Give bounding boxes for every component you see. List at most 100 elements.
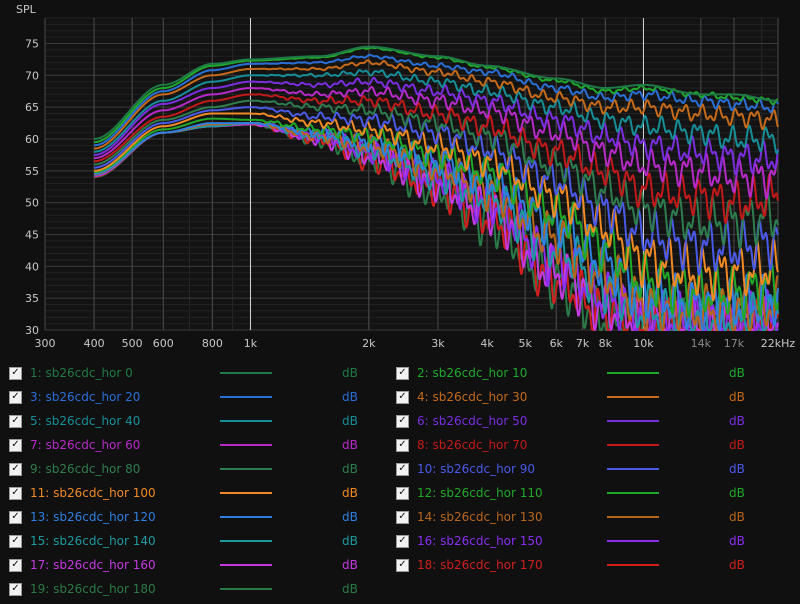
legend-item[interactable]: ✓ 4: sb26cdc_hor 30 dB [396,386,759,408]
legend-label: 11: sb26cdc_hor 100 [30,486,156,500]
x-tick-label: 400 [84,337,105,350]
legend-unit: dB [729,486,745,500]
y-tick-label: 50 [25,197,39,210]
legend: ✓ 1: sb26cdc_hor 0 dB ✓ 2: sb26cdc_hor 10 dB ✓… [0,362,800,604]
legend-item[interactable]: ✓ 17: sb26cdc_hor 160 dB [9,554,372,576]
legend-unit: dB [342,366,358,380]
legend-item[interactable]: ✓ 12: sb26cdc_hor 110 dB [396,482,759,504]
legend-swatch [220,492,272,494]
legend-label: 6: sb26cdc_hor 50 [417,414,528,428]
legend-checkbox[interactable]: ✓ [396,462,409,476]
y-axis-label: SPL [16,3,37,16]
x-tick-label: 7k [576,337,590,350]
legend-unit: dB [729,366,745,380]
legend-unit: dB [342,390,358,404]
x-tick-label: 500 [122,337,143,350]
legend-checkbox[interactable]: ✓ [396,414,409,428]
legend-label: 4: sb26cdc_hor 30 [417,390,528,404]
legend-checkbox[interactable]: ✓ [9,534,22,548]
legend-swatch [220,420,272,422]
x-tick-label: 17k [724,337,745,350]
x-tick-label: 5k [518,337,532,350]
x-tick-label: 600 [153,337,174,350]
legend-unit: dB [342,462,358,476]
legend-unit: dB [729,510,745,524]
legend-swatch [607,468,659,470]
legend-checkbox[interactable]: ✓ [396,558,409,572]
legend-label: 19: sb26cdc_hor 180 [30,582,156,596]
legend-item[interactable]: ✓ 16: sb26cdc_hor 150 dB [396,530,759,552]
legend-unit: dB [342,510,358,524]
y-tick-label: 70 [25,69,39,82]
y-tick-label: 45 [25,228,39,241]
legend-checkbox[interactable]: ✓ [9,390,22,404]
legend-label: 12: sb26cdc_hor 110 [417,486,543,500]
legend-checkbox[interactable]: ✓ [9,486,22,500]
legend-swatch [607,492,659,494]
legend-checkbox[interactable]: ✓ [396,438,409,452]
legend-checkbox[interactable]: ✓ [396,486,409,500]
legend-item[interactable]: ✓ 14: sb26cdc_hor 130 dB [396,506,759,528]
y-tick-label: 60 [25,133,39,146]
legend-item[interactable]: ✓ 10: sb26cdc_hor 90 dB [396,458,759,480]
chart-svg: 300 400 500 600 800 1k 2k 3k 4k 5k 6k 7k 8k 10k 14k 17k… [16,3,796,350]
x-tick-label: 3k [431,337,445,350]
legend-item[interactable]: ✓ 1: sb26cdc_hor 0 dB [9,362,372,384]
legend-swatch [607,372,659,374]
legend-unit: dB [342,558,358,572]
x-tick-label: 2k [362,337,376,350]
legend-swatch [220,468,272,470]
legend-label: 5: sb26cdc_hor 40 [30,414,141,428]
legend-unit: dB [342,582,358,596]
legend-checkbox[interactable]: ✓ [9,510,22,524]
legend-item[interactable]: ✓ 6: sb26cdc_hor 50 dB [396,410,759,432]
legend-checkbox[interactable]: ✓ [396,510,409,524]
legend-checkbox[interactable]: ✓ [9,558,22,572]
legend-checkbox[interactable]: ✓ [396,366,409,380]
legend-label: 13: sb26cdc_hor 120 [30,510,156,524]
legend-unit: dB [729,462,745,476]
legend-label: 1: sb26cdc_hor 0 [30,366,133,380]
legend-unit: dB [342,486,358,500]
x-tick-label: 10k [633,337,654,350]
legend-checkbox[interactable]: ✓ [396,534,409,548]
legend-item[interactable]: ✓ 15: sb26cdc_hor 140 dB [9,530,372,552]
legend-swatch [220,396,272,398]
legend-unit: dB [729,414,745,428]
legend-item[interactable]: ✓ 9: sb26cdc_hor 80 dB [9,458,372,480]
legend-swatch [220,372,272,374]
y-tick-label: 35 [25,292,39,305]
legend-item[interactable]: ✓ 8: sb26cdc_hor 70 dB [396,434,759,456]
legend-checkbox[interactable]: ✓ [9,462,22,476]
legend-item[interactable]: ✓ 7: sb26cdc_hor 60 dB [9,434,372,456]
legend-checkbox[interactable]: ✓ [9,438,22,452]
y-tick-label: 65 [25,101,39,114]
legend-unit: dB [729,390,745,404]
x-tick-label: 22kHz [761,337,796,350]
legend-item[interactable]: ✓ 3: sb26cdc_hor 20 dB [9,386,372,408]
legend-label: 10: sb26cdc_hor 90 [417,462,536,476]
legend-item[interactable]: ✓ 5: sb26cdc_hor 40 dB [9,410,372,432]
legend-unit: dB [729,558,745,572]
legend-checkbox[interactable]: ✓ [9,366,22,380]
legend-item[interactable]: ✓ 11: sb26cdc_hor 100 dB [9,482,372,504]
legend-checkbox[interactable]: ✓ [9,414,22,428]
legend-checkbox[interactable]: ✓ [9,582,22,596]
legend-item[interactable]: ✓ 2: sb26cdc_hor 10 dB [396,362,759,384]
legend-label: 16: sb26cdc_hor 150 [417,534,543,548]
y-tick-label: 40 [25,260,39,273]
legend-item[interactable]: ✓ 13: sb26cdc_hor 120 dB [9,506,372,528]
legend-label: 18: sb26cdc_hor 170 [417,558,543,572]
legend-swatch [607,444,659,446]
legend-swatch [607,396,659,398]
x-tick-label: 300 [35,337,56,350]
legend-swatch [607,516,659,518]
legend-item[interactable]: ✓ 19: sb26cdc_hor 180 dB [9,578,372,600]
legend-checkbox[interactable]: ✓ [396,390,409,404]
x-tick-label: 800 [202,337,223,350]
legend-label: 15: sb26cdc_hor 140 [30,534,156,548]
legend-swatch [220,540,272,542]
frequency-response-chart: 300 400 500 600 800 1k 2k 3k 4k 5k 6k 7k 8k 10k 14k 17k… [0,0,800,356]
legend-unit: dB [729,438,745,452]
legend-item[interactable]: ✓ 18: sb26cdc_hor 170 dB [396,554,759,576]
